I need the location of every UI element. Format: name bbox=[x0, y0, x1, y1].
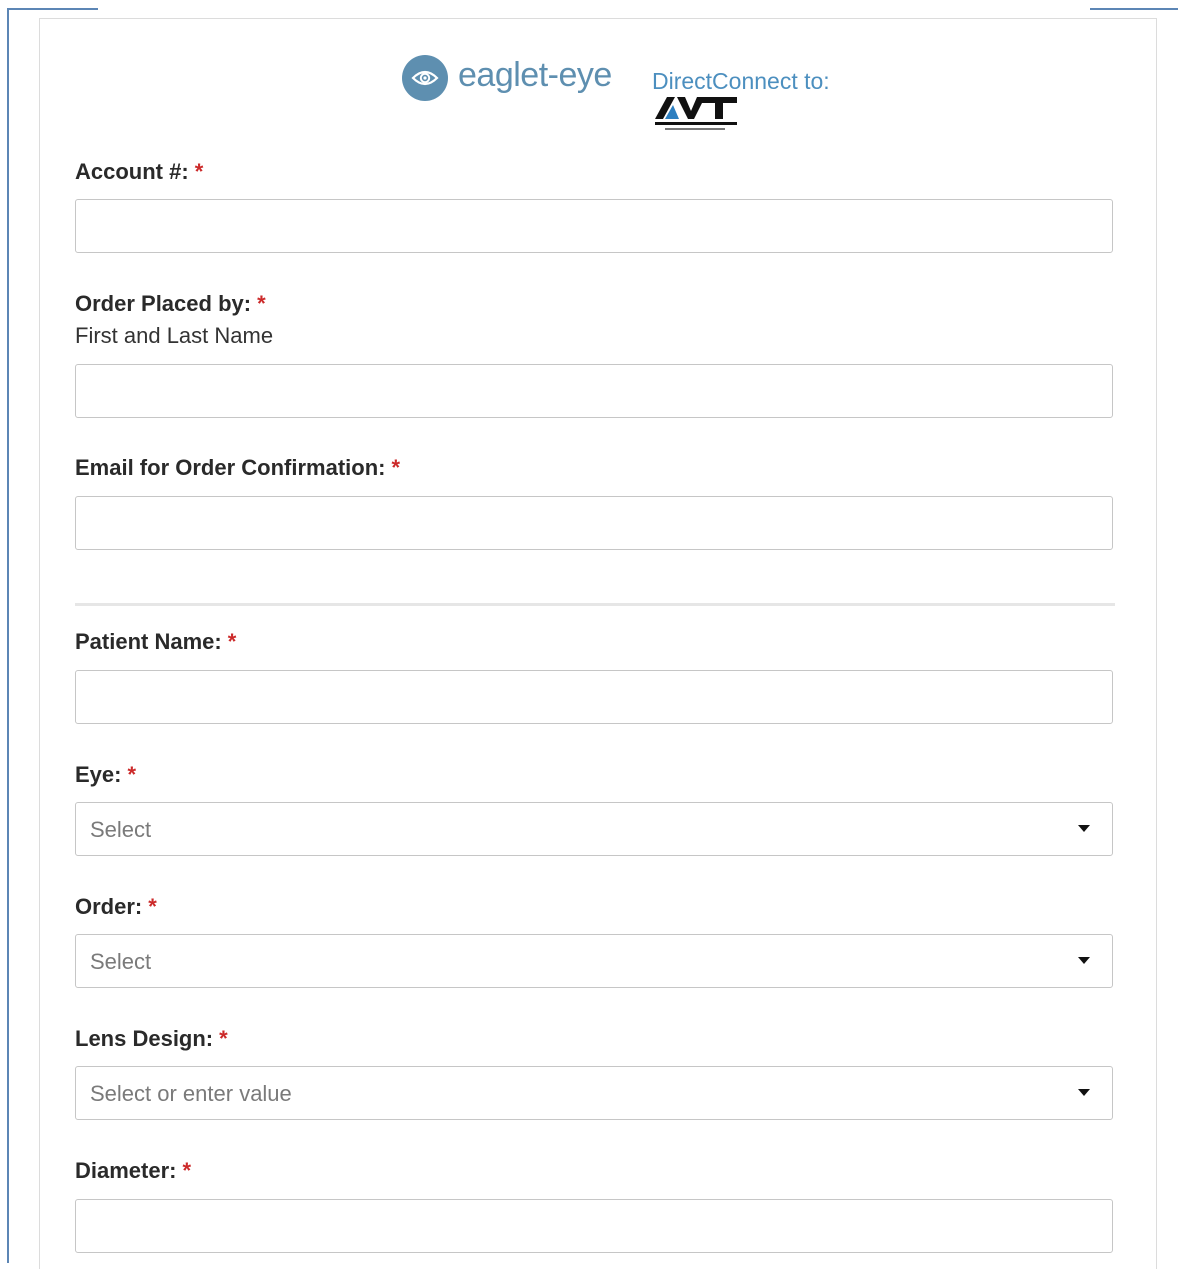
order-placed-by-label: Order Placed by: * bbox=[75, 291, 266, 316]
required-marker: * bbox=[182, 1158, 192, 1183]
required-marker: * bbox=[227, 629, 237, 654]
required-marker: * bbox=[194, 159, 204, 184]
window-frame-left bbox=[7, 8, 9, 1263]
email-input[interactable] bbox=[75, 496, 1113, 550]
lens-design-label: Lens Design: * bbox=[75, 1026, 228, 1051]
dropdown-caret-icon bbox=[1078, 825, 1090, 832]
order-select-placeholder: Select bbox=[90, 949, 152, 974]
header-logos: eaglet-eye DirectConnect to: bbox=[402, 45, 842, 141]
required-marker: * bbox=[219, 1026, 228, 1051]
account-number-input[interactable] bbox=[75, 199, 1113, 253]
eye-logo-icon bbox=[402, 55, 448, 101]
direct-connect-text: DirectConnect to: bbox=[652, 68, 830, 94]
required-marker: * bbox=[257, 291, 266, 316]
order-placed-by-sublabel: First and Last Name bbox=[75, 323, 274, 348]
email-label: Email for Order Confirmation: * bbox=[75, 455, 401, 480]
window-frame-top-right bbox=[1090, 8, 1178, 10]
diameter-input[interactable] bbox=[75, 1199, 1113, 1253]
avt-logo bbox=[655, 97, 737, 130]
dropdown-caret-icon bbox=[1078, 1089, 1090, 1096]
account-label: Account #: * bbox=[75, 159, 204, 184]
order-form-panel: eaglet-eye DirectConnect to: Account #: *… bbox=[39, 18, 1157, 1269]
dropdown-caret-icon bbox=[1078, 957, 1090, 964]
lens-design-combobox[interactable]: Select or enter value bbox=[75, 1066, 1113, 1120]
lens-design-placeholder: Select or enter value bbox=[90, 1081, 292, 1106]
order-placed-by-input[interactable] bbox=[75, 364, 1113, 418]
required-marker: * bbox=[148, 894, 157, 919]
window-frame-top-left bbox=[7, 8, 98, 10]
eye-label: Eye: * bbox=[75, 762, 137, 787]
order-label: Order: * bbox=[75, 894, 157, 919]
order-select[interactable]: Select bbox=[75, 934, 1113, 988]
eye-select[interactable]: Select bbox=[75, 802, 1113, 856]
required-marker: * bbox=[127, 762, 137, 787]
required-marker: * bbox=[391, 455, 401, 480]
section-divider bbox=[75, 603, 1115, 606]
diameter-label: Diameter: * bbox=[75, 1158, 192, 1183]
patient-name-label: Patient Name: * bbox=[75, 629, 237, 654]
patient-name-input[interactable] bbox=[75, 670, 1113, 724]
eye-select-placeholder: Select bbox=[90, 817, 152, 842]
brand-name: eaglet-eye bbox=[458, 56, 612, 94]
